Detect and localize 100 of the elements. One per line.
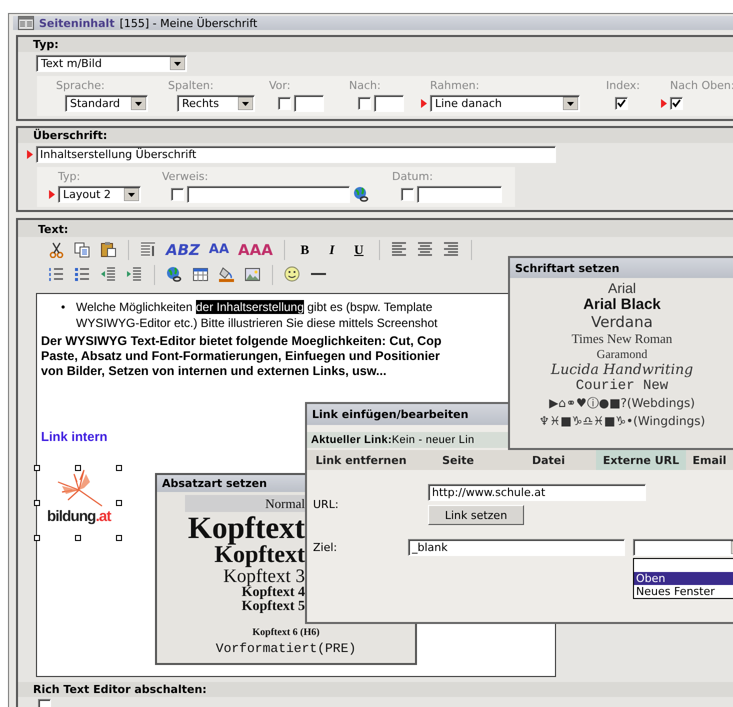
checkbox[interactable] — [171, 188, 184, 200]
input-field[interactable] — [294, 94, 324, 112]
section-label: Überschrift: — [18, 128, 733, 143]
align-center-icon[interactable] — [416, 241, 434, 258]
paragraph-style-option[interactable]: Vorformatiert(PRE) — [216, 641, 356, 656]
field-label: Verweis: — [162, 170, 210, 183]
dropdown[interactable]: Text m/Bild — [36, 55, 187, 72]
clipboard-icon[interactable] — [100, 241, 117, 258]
dropdown-option[interactable]: Neues Fenster — [634, 585, 733, 598]
paragraph-style-option[interactable]: Kopftext 6 (H6) — [252, 628, 320, 638]
font-option[interactable]: Lucida Handwriting — [550, 362, 694, 378]
checkbox[interactable] — [401, 188, 414, 200]
outdent-icon[interactable] — [100, 266, 117, 283]
tab[interactable]: Email — [686, 450, 733, 470]
numbered-list-icon[interactable] — [48, 266, 65, 283]
tab[interactable]: Seite — [415, 450, 501, 470]
dropdown-option[interactable]: Oben — [634, 572, 733, 585]
caret-icon[interactable] — [238, 96, 253, 110]
toolbar-button[interactable]: I — [322, 242, 341, 258]
toolbar-button[interactable]: B — [296, 242, 314, 258]
button[interactable]: Link setzen — [428, 505, 524, 525]
toolbar-button[interactable]: AAA — [238, 240, 273, 258]
field-label: Spalten: — [168, 79, 215, 92]
input-field[interactable] — [374, 94, 404, 112]
link[interactable]: Link intern — [41, 429, 108, 444]
field-label: Vor: — [269, 79, 292, 92]
resize-handle[interactable] — [34, 500, 40, 506]
caret-icon[interactable] — [131, 96, 146, 110]
scissors-icon[interactable] — [48, 241, 65, 258]
logo-text: bildung.at — [47, 508, 111, 525]
field-label: URL: — [313, 498, 340, 511]
caret-icon[interactable] — [170, 57, 185, 70]
resize-handle[interactable] — [34, 535, 40, 541]
paragraph-style-option[interactable]: Kopftext 5 — [157, 600, 305, 614]
field-label: Ziel: — [313, 541, 338, 554]
field-label: Nach: — [349, 79, 382, 92]
paragraph-style-option[interactable]: Kopftext 3 — [157, 567, 305, 586]
dropdown[interactable] — [633, 539, 733, 556]
section-label: Text: — [18, 220, 733, 237]
page-content-link[interactable]: Seiteninhalt — [39, 16, 115, 30]
field-label: Rahmen: — [429, 79, 480, 92]
paragraph: Der WYSIWYG Text-Editor bietet folgende Moeglichkeiten: Cut, Cop Paste, Absatz und Font-Formatierungen, Einfuegen und Positionier von Bilder, Setzen von internen und externen Links, usw... — [41, 334, 442, 379]
input-field[interactable]: Inhaltserstellung Überschrift — [36, 146, 556, 163]
paragraph-style-option[interactable]: Normal — [185, 495, 305, 512]
input-field[interactable] — [417, 186, 502, 202]
globe-link-icon[interactable] — [353, 186, 371, 202]
dropdown[interactable]: Layout 2 — [58, 186, 141, 202]
resize-handle[interactable] — [75, 535, 81, 541]
caret-icon[interactable] — [563, 96, 578, 110]
field-label: Typ: — [57, 170, 82, 183]
toolbar-button[interactable]: U — [350, 242, 368, 258]
resize-handle[interactable] — [116, 465, 122, 471]
font-option[interactable]: Courier New — [576, 378, 668, 394]
popup-title: Schriftart setzen — [510, 258, 733, 278]
checkmark-icon — [616, 98, 627, 108]
section-label: Typ: — [18, 37, 733, 52]
caret-icon[interactable] — [124, 188, 139, 200]
input-field[interactable]: http://www.schule.at — [428, 484, 646, 501]
toolbar-button[interactable]: AA — [208, 242, 230, 257]
indent-icon[interactable] — [126, 266, 143, 283]
field-label: Nach Oben: — [669, 79, 733, 92]
font-option[interactable]: Arial — [608, 280, 636, 296]
globe-link-icon[interactable] — [166, 266, 183, 283]
image-icon[interactable] — [244, 266, 261, 283]
font-option[interactable]: Arial Black — [583, 296, 661, 313]
resize-handle[interactable] — [34, 465, 40, 471]
resize-handle[interactable] — [116, 535, 122, 541]
align-left-icon[interactable] — [390, 241, 408, 258]
input-field[interactable]: _blank — [408, 539, 625, 556]
grid-window-icon — [18, 16, 34, 30]
window-title: [155] - Meine Überschrift — [120, 16, 258, 30]
input-field[interactable] — [187, 186, 350, 202]
field-label: Datum: — [392, 170, 434, 183]
font-option[interactable]: Garamond — [596, 347, 648, 362]
dropdown[interactable]: Standard — [65, 94, 148, 112]
paragraph-icon[interactable] — [140, 241, 157, 258]
resize-handle[interactable] — [116, 500, 122, 506]
bullet-list-icon[interactable] — [74, 266, 91, 283]
resize-handle[interactable] — [75, 465, 81, 471]
checkbox[interactable] — [615, 96, 628, 110]
tab[interactable]: Externe URL — [596, 450, 686, 470]
font-option[interactable]: Verdana — [591, 313, 653, 331]
table-icon[interactable] — [192, 266, 209, 283]
tab[interactable]: Datei — [501, 450, 596, 470]
toolbar-button[interactable]: ABZ — [166, 240, 200, 258]
font-option[interactable]: Times New Roman — [572, 331, 672, 347]
paragraph-style-option[interactable]: Kopftext 4 — [157, 586, 305, 600]
checkbox[interactable] — [358, 96, 371, 110]
field-label: Index: — [606, 79, 641, 92]
checkbox[interactable] — [670, 96, 683, 110]
copy-icon[interactable] — [74, 241, 91, 258]
dropdown[interactable]: Rechts — [177, 94, 255, 112]
tab[interactable]: Link entfernen — [307, 450, 415, 470]
paragraph-style-option[interactable]: Kopftext — [157, 512, 305, 543]
dropdown[interactable]: Line danach — [430, 94, 580, 112]
paint-icon[interactable] — [218, 266, 235, 283]
logo-image[interactable]: bildung.at — [37, 468, 119, 538]
smiley-icon[interactable] — [284, 266, 301, 283]
align-right-icon[interactable] — [442, 241, 460, 258]
checkbox[interactable] — [278, 96, 291, 110]
